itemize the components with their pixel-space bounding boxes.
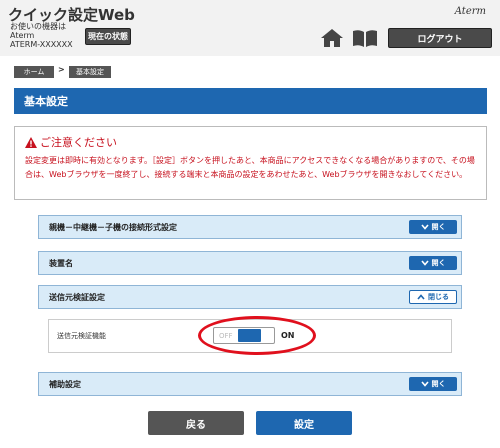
- open-button[interactable]: 開く: [409, 377, 457, 391]
- current-status-button[interactable]: 現在の状態: [85, 28, 131, 45]
- logout-button[interactable]: ログアウト: [388, 28, 492, 48]
- section-connection-mode: 親機－中継機－子機の接続形式設定 開く: [38, 215, 462, 239]
- chevron-down-icon: [420, 260, 429, 266]
- caution-heading-row: ご注意ください: [25, 134, 117, 150]
- section-title: 補助設定: [49, 379, 81, 389]
- section-auxiliary: 補助設定 開く: [38, 372, 462, 396]
- submit-button[interactable]: 設定: [256, 411, 352, 435]
- breadcrumb-separator: >: [58, 65, 65, 74]
- home-icon[interactable]: [320, 28, 344, 48]
- open-button-label: 開く: [431, 259, 446, 267]
- chevron-up-icon: [417, 294, 425, 300]
- open-button-label: 開く: [431, 223, 446, 231]
- caution-heading: ご注意ください: [40, 136, 117, 149]
- breadcrumb-home[interactable]: ホーム: [14, 66, 54, 78]
- chevron-down-icon: [420, 381, 429, 387]
- chevron-down-icon: [420, 224, 429, 230]
- section-source-verification: 送信元検証設定 閉じる: [38, 285, 462, 309]
- page-title: 基本設定: [14, 88, 487, 114]
- close-button-label: 閉じる: [428, 293, 449, 301]
- open-button-label: 開く: [431, 380, 446, 388]
- highlight-ring: [198, 316, 316, 355]
- section-device-name: 装置名 開く: [38, 251, 462, 275]
- device-name: Aterm: [10, 31, 35, 40]
- device-model: ATERM-XXXXXX: [10, 40, 73, 49]
- caution-text: 設定変更は即時に有効となります。［設定］ボタンを押したあと、本商品にアクセスでき…: [25, 156, 475, 179]
- back-button[interactable]: 戻る: [148, 411, 244, 435]
- breadcrumb-current: 基本設定: [69, 66, 111, 78]
- caution-box: ご注意ください 設定変更は即時に有効となります。［設定］ボタンを押したあと、本商…: [14, 126, 487, 200]
- close-button[interactable]: 閉じる: [409, 290, 457, 304]
- brand-logo: Aterm: [454, 6, 486, 17]
- section-title: 装置名: [49, 258, 73, 268]
- section-title: 親機－中継機－子機の接続形式設定: [49, 222, 177, 232]
- section-title: 送信元検証設定: [49, 292, 105, 302]
- device-label: お使いの機器は: [10, 22, 66, 31]
- header: クイック設定Web お使いの機器は Aterm ATERM-XXXXXX 現在の…: [0, 0, 500, 56]
- warning-icon: [25, 136, 37, 148]
- open-button[interactable]: 開く: [409, 256, 457, 270]
- open-button[interactable]: 開く: [409, 220, 457, 234]
- source-verification-label: 送信元検証機能: [57, 332, 106, 340]
- book-icon[interactable]: [352, 29, 378, 48]
